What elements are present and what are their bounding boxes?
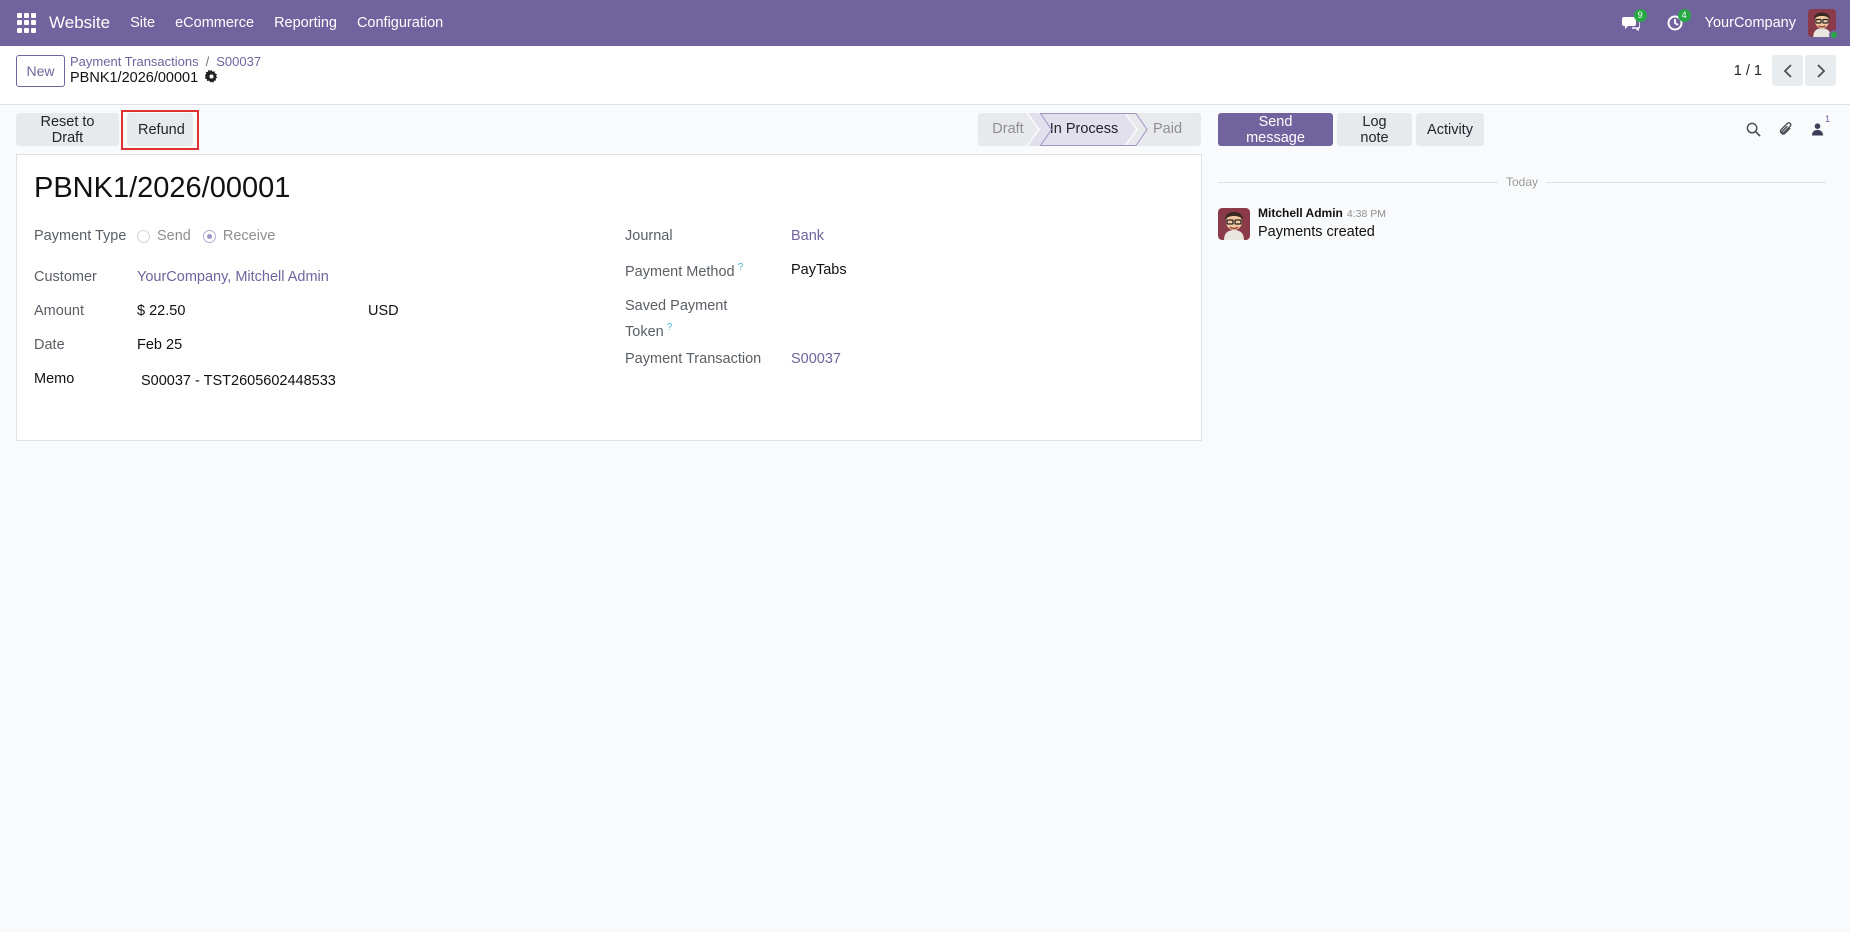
control-panel: New Payment Transactions / S00037 PBNK1/20… bbox=[0, 46, 1850, 105]
chevron-left-icon bbox=[1783, 63, 1792, 78]
search-icon bbox=[1746, 122, 1761, 137]
user-icon bbox=[1811, 123, 1823, 136]
customer-link[interactable]: YourCompany, Mitchell Admin bbox=[137, 269, 329, 285]
record-title: PBNK1/2026/00001 bbox=[70, 69, 218, 86]
reset-to-draft-button[interactable]: Reset to Draft bbox=[16, 113, 119, 146]
amount-value[interactable]: $ 22.50 bbox=[137, 303, 185, 319]
author-avatar-face-icon bbox=[1218, 208, 1250, 240]
message-author: Mitchell Admin 4:38 PM bbox=[1258, 206, 1386, 220]
payment-transaction-link[interactable]: S00037 bbox=[791, 351, 841, 367]
chatter-topbar-icons: 1 bbox=[1734, 114, 1830, 141]
radio-receive-circle[interactable] bbox=[202, 229, 216, 243]
message-author-avatar[interactable] bbox=[1218, 208, 1250, 240]
breadcrumb-separator: / bbox=[205, 54, 210, 69]
payment-transaction-label: Payment Transaction bbox=[625, 351, 762, 367]
date-label: Date bbox=[34, 337, 65, 353]
payment-type-label: Payment Type bbox=[34, 228, 127, 244]
radio-receive[interactable]: Receive bbox=[202, 228, 276, 244]
company-switcher[interactable]: YourCompany bbox=[1705, 15, 1796, 31]
menu-configuration[interactable]: Configuration bbox=[347, 0, 453, 46]
pager-previous-button[interactable] bbox=[1772, 55, 1803, 86]
pager-value[interactable]: 1 / 1 bbox=[1734, 63, 1762, 79]
payment-method-label: Payment Method? bbox=[625, 262, 743, 280]
memo-value[interactable]: S00037 - TST2605602448533 bbox=[141, 373, 336, 389]
stage-draft[interactable]: Draft bbox=[978, 113, 1038, 146]
saved-token-label: Saved Payment Token? bbox=[625, 296, 727, 343]
search-messages-button[interactable] bbox=[1740, 117, 1766, 141]
send-message-button[interactable]: Send message bbox=[1218, 113, 1333, 146]
journal-link[interactable]: Bank bbox=[791, 228, 824, 244]
messaging-button[interactable]: 9 bbox=[1617, 0, 1647, 46]
followers-button[interactable]: 1 bbox=[1804, 114, 1830, 141]
menu-reporting[interactable]: Reporting bbox=[264, 0, 347, 46]
currency-value[interactable]: USD bbox=[368, 303, 399, 319]
payment-method-label-text: Payment Method bbox=[625, 263, 735, 280]
activities-button[interactable]: 4 bbox=[1661, 0, 1691, 46]
radio-send[interactable]: Send bbox=[137, 228, 191, 244]
menu-site[interactable]: Site bbox=[120, 0, 165, 46]
app-menu-grid-icon[interactable] bbox=[17, 13, 37, 33]
top-navbar: Website Site eCommerce Reporting Configu… bbox=[0, 0, 1850, 46]
app-name[interactable]: Website bbox=[49, 13, 110, 33]
menu-ecommerce[interactable]: eCommerce bbox=[165, 0, 264, 46]
record-name: PBNK1/2026/00001 bbox=[70, 70, 199, 86]
stage-paid[interactable]: Paid bbox=[1126, 113, 1201, 146]
gear-icon[interactable] bbox=[204, 69, 218, 86]
messages-count-badge: 9 bbox=[1633, 9, 1647, 22]
log-note-button[interactable]: Log note bbox=[1337, 113, 1412, 146]
breadcrumb-s00037[interactable]: S00037 bbox=[216, 54, 261, 69]
message-author-name[interactable]: Mitchell Admin bbox=[1258, 206, 1343, 220]
online-status-dot bbox=[1829, 30, 1839, 40]
date-separator: Today bbox=[1218, 175, 1826, 189]
amount-label: Amount bbox=[34, 303, 84, 319]
refund-button[interactable]: Refund bbox=[127, 113, 193, 146]
gear-icon-svg bbox=[204, 69, 218, 83]
journal-label: Journal bbox=[625, 228, 673, 244]
message-body: Payments created bbox=[1258, 224, 1375, 240]
date-value[interactable]: Feb 25 bbox=[137, 337, 182, 353]
date-separator-line-right bbox=[1546, 182, 1826, 183]
followers-count: 1 bbox=[1824, 114, 1830, 124]
breadcrumb-payment-transactions[interactable]: Payment Transactions bbox=[70, 54, 199, 69]
pager-next-button[interactable] bbox=[1805, 55, 1836, 86]
saved-token-help-icon[interactable]: ? bbox=[667, 322, 673, 333]
payment-type-radios: Send Receive bbox=[137, 228, 287, 244]
payment-method-help-icon[interactable]: ? bbox=[738, 262, 744, 273]
user-avatar[interactable] bbox=[1808, 9, 1839, 40]
memo-label: Memo bbox=[34, 371, 75, 387]
main-menu: Site eCommerce Reporting Configuration bbox=[120, 0, 453, 46]
activity-button[interactable]: Activity bbox=[1416, 113, 1484, 146]
pager: 1 / 1 bbox=[1734, 55, 1850, 86]
radio-send-label: Send bbox=[157, 228, 191, 244]
attachments-button[interactable] bbox=[1772, 117, 1798, 141]
payment-method-value[interactable]: PayTabs bbox=[791, 262, 847, 278]
saved-token-label-line1: Saved Payment bbox=[625, 298, 728, 314]
payment-name-title: PBNK1/2026/00001 bbox=[34, 172, 291, 204]
activities-count-badge: 4 bbox=[1677, 9, 1691, 22]
systray: 9 4 YourCompany bbox=[1617, 0, 1850, 46]
status-pipeline: Draft In Process Paid bbox=[978, 113, 1201, 146]
customer-label: Customer bbox=[34, 269, 97, 285]
chevron-right-icon bbox=[1816, 63, 1825, 78]
breadcrumb: Payment Transactions / S00037 bbox=[70, 54, 261, 69]
message-time: 4:38 PM bbox=[1346, 208, 1386, 220]
radio-receive-label: Receive bbox=[222, 228, 276, 244]
stage-in-process[interactable]: In Process bbox=[1028, 113, 1136, 146]
form-sheet: PBNK1/2026/00001 Payment Type Send Recei… bbox=[16, 154, 1202, 441]
radio-send-circle[interactable] bbox=[137, 229, 150, 243]
paperclip-icon bbox=[1779, 122, 1791, 135]
new-button[interactable]: New bbox=[16, 55, 65, 87]
saved-token-label-line2: Token bbox=[625, 323, 664, 340]
